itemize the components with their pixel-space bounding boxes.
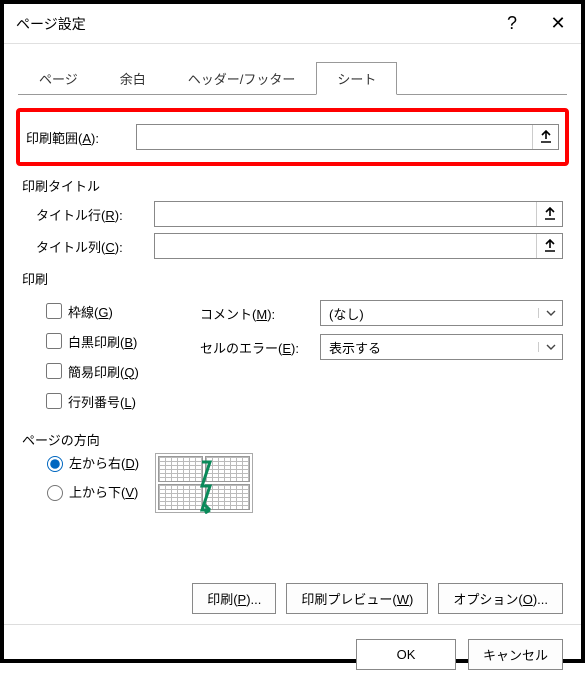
options-button[interactable]: オプション(O)... [438,583,563,614]
page-order-section: ページの方向 [22,430,563,449]
title-rows-refselect-icon[interactable] [536,202,562,226]
gridlines-checkbox[interactable]: 枠線(G) [42,300,192,322]
draft-label: 簡易印刷(Q) [68,362,139,381]
rowcol-label: 行列番号(L) [68,392,136,411]
title-rows-input[interactable] [155,202,536,226]
print-area-refselect-icon[interactable] [532,125,558,149]
comments-value: (なし) [321,304,538,323]
title-cols-refselect-icon[interactable] [536,234,562,258]
rowcol-checkbox[interactable]: 行列番号(L) [42,390,192,412]
draft-checkbox[interactable]: 簡易印刷(Q) [42,360,192,382]
page-order-icon [155,453,253,513]
cellerrors-value: 表示する [321,338,538,357]
over-then-down-label: 左から右(D) [69,453,139,472]
comments-dropdown[interactable]: (なし) [320,300,563,326]
tab-strip: ページ 余白 ヘッダー/フッター シート [4,44,581,95]
over-then-down-radio[interactable]: 左から右(D) [42,453,139,472]
title-cols-label: タイトル列(C): [36,237,154,256]
down-then-over-label: 上から下(V) [69,482,138,501]
title-cols-field[interactable] [154,233,563,259]
print-titles-section: 印刷タイトル [22,176,563,195]
help-button[interactable]: ? [489,4,535,44]
tab-headerfooter[interactable]: ヘッダー/フッター [167,62,317,95]
gridlines-label: 枠線(G) [68,302,113,321]
title-cols-input[interactable] [155,234,536,258]
cancel-button[interactable]: キャンセル [468,639,563,670]
print-area-label: 印刷範囲(A): [26,128,136,147]
title-rows-field[interactable] [154,201,563,227]
print-preview-button[interactable]: 印刷プレビュー(W) [286,583,428,614]
tab-sheet[interactable]: シート [316,62,397,95]
blackwhite-checkbox[interactable]: 白黒印刷(B) [42,330,192,352]
chevron-down-icon [538,308,562,318]
page-order-arrow-icon [200,458,212,514]
cellerrors-dropdown[interactable]: 表示する [320,334,563,360]
window-title: ページ設定 [16,14,489,34]
comments-label: コメント(M): [200,304,320,323]
print-section: 印刷 [22,269,563,288]
title-bar: ページ設定 ? ✕ [4,4,581,44]
cellerrors-label: セルのエラー(E): [200,338,320,357]
gridlines-input[interactable] [46,303,62,319]
draft-input[interactable] [46,363,62,379]
ok-button[interactable]: OK [356,639,456,670]
down-then-over-radio[interactable]: 上から下(V) [42,482,139,501]
tab-margins[interactable]: 余白 [99,62,167,95]
print-area-field[interactable] [136,124,559,150]
print-area-highlight: 印刷範囲(A): [16,108,569,166]
chevron-down-icon [538,342,562,352]
rowcol-input[interactable] [46,393,62,409]
down-then-over-input[interactable] [47,485,63,501]
blackwhite-label: 白黒印刷(B) [68,332,137,351]
print-area-input[interactable] [137,125,532,149]
tab-page[interactable]: ページ [18,62,99,95]
print-button[interactable]: 印刷(P)... [192,583,276,614]
close-button[interactable]: ✕ [535,4,581,44]
blackwhite-input[interactable] [46,333,62,349]
title-rows-label: タイトル行(R): [36,205,154,224]
over-then-down-input[interactable] [47,456,63,472]
